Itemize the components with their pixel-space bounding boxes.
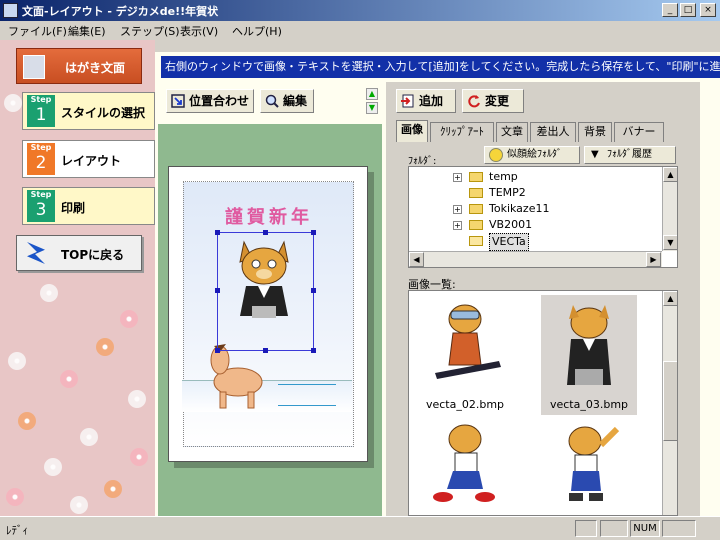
cat-kimono-image [567, 305, 611, 385]
instruction-text: 右側のウィンドウで画像・テキストを選択・入力して[追加]をしてください。完成した… [161, 56, 720, 78]
close-button[interactable]: × [700, 3, 716, 17]
tab-banner[interactable]: バナー [614, 122, 664, 142]
status-pane [575, 520, 597, 537]
lightning-icon [27, 242, 45, 264]
add-button[interactable]: 追加 [396, 89, 456, 113]
align-icon [171, 94, 185, 108]
cat-snowboard-image [435, 304, 501, 379]
portrait-folder-button[interactable]: 似顔絵ﾌｫﾙﾀﾞ [484, 146, 580, 164]
magnifier-icon [265, 94, 279, 108]
status-text: ﾚﾃﾞｨ [6, 524, 28, 537]
image-name: vecta_03.bmp [549, 398, 629, 411]
folder-history-button[interactable]: ▼ ﾌｫﾙﾀﾞ履歴 [584, 146, 676, 164]
folder-tree[interactable]: + temp TEMP2 + Tokikaze11 + VB2001 VECTa… [408, 166, 678, 268]
menu-bar: ファイル(F) 編集(E) ステップ(S) 表示(V) ヘルプ(H) [0, 21, 720, 40]
title-bar: 文面-レイアウト - デジカメde!!年賀状 _ □ × [0, 0, 720, 21]
tab-clipart[interactable]: ｸﾘｯﾌﾟｱｰﾄ [430, 122, 494, 142]
cat-waving-image [568, 426, 620, 501]
resize-handle[interactable] [263, 230, 268, 235]
menu-step[interactable]: ステップ(S) [120, 23, 180, 39]
scroll-left-icon: ◀ [409, 252, 424, 267]
menu-view[interactable]: 表示(V) [180, 23, 218, 39]
step-1-label: スタイルの選択 [61, 106, 146, 120]
status-pane [662, 520, 696, 537]
hagaki-thumbnail-icon [23, 55, 45, 79]
resize-handle[interactable] [215, 348, 220, 353]
status-bar: ﾚﾃﾞｨ NUM [0, 516, 720, 540]
folder-icon [469, 220, 483, 230]
folder-icon [469, 172, 483, 182]
minimize-button[interactable]: _ [662, 3, 678, 17]
image-list-scrollbar[interactable]: ▲ [662, 291, 677, 515]
scroll-up-icon: ▲ [663, 167, 677, 182]
resize-handle[interactable] [311, 348, 316, 353]
resize-handle[interactable] [263, 348, 268, 353]
image-thumb[interactable]: vecta_02.bmp [417, 295, 513, 415]
cat-running-image [433, 424, 495, 502]
step-2-badge-icon: Step 2 [27, 143, 55, 175]
change-label: 変更 [485, 94, 510, 108]
status-pane [600, 520, 628, 537]
folder-icon [469, 188, 483, 198]
step-2-layout[interactable]: Step 2 レイアウト [22, 140, 155, 178]
refresh-icon [468, 95, 480, 108]
folder-icon [469, 204, 483, 214]
scroll-up-icon: ▲ [663, 291, 677, 306]
step-1-style[interactable]: Step 1 スタイルの選択 [22, 92, 155, 130]
step-3-label: 印刷 [61, 201, 86, 215]
image-list[interactable]: vecta_02.bmp vecta_03.bmp ▲ [408, 290, 678, 516]
step-sidebar: はがき文面 Step 1 スタイルの選択 Step 2 レイアウト Step 3… [0, 40, 155, 516]
step-3-badge-icon: Step 3 [27, 190, 55, 222]
scroll-thumb [663, 361, 677, 441]
resize-handle[interactable] [215, 230, 220, 235]
tree-vscrollbar[interactable]: ▲ ▼ [662, 167, 677, 251]
edit-label: 編集 [283, 94, 308, 108]
menu-help[interactable]: ヘルプ(H) [232, 23, 282, 39]
num-lock-indicator: NUM [630, 520, 660, 537]
align-label: 位置合わせ [189, 94, 250, 108]
app-icon [3, 3, 18, 18]
tab-image[interactable]: 画像 [396, 120, 428, 142]
back-to-top-label: TOPに戻る [61, 248, 125, 262]
step-3-print[interactable]: Step 3 印刷 [22, 187, 155, 225]
address-line [278, 384, 336, 385]
align-button[interactable]: 位置合わせ [166, 89, 254, 113]
folder-label: ﾌｫﾙﾀﾞ: [408, 156, 437, 167]
selection-box[interactable] [217, 232, 314, 351]
menu-edit[interactable]: 編集(E) [68, 23, 106, 39]
tree-hscrollbar[interactable]: ◀ ▶ [409, 251, 662, 267]
menu-file[interactable]: ファイル(F) [8, 23, 67, 39]
scroll-right-icon: ▶ [646, 252, 661, 267]
instruction-bar: 右側のウィンドウで画像・テキストを選択・入力して[追加]をしてください。完成した… [155, 52, 720, 82]
maximize-button[interactable]: □ [680, 3, 696, 17]
add-icon [401, 94, 414, 108]
dropdown-arrow-icon: ▼ [591, 149, 599, 160]
window-title: 文面-レイアウト - デジカメde!!年賀状 [22, 5, 219, 18]
image-thumb[interactable] [541, 415, 637, 515]
add-label: 追加 [419, 94, 444, 108]
tab-sender[interactable]: 差出人 [530, 122, 576, 142]
step-1-badge-icon: Step 1 [27, 95, 55, 127]
tab-background[interactable]: 背景 [578, 122, 612, 142]
resize-handle[interactable] [311, 288, 316, 293]
image-name: vecta_02.bmp [425, 398, 505, 411]
scroll-down-icon[interactable]: ▼ [366, 102, 378, 114]
image-thumb[interactable] [417, 415, 513, 515]
edit-button[interactable]: 編集 [260, 89, 314, 113]
step-2-label: レイアウト [61, 154, 122, 168]
resize-handle[interactable] [311, 230, 316, 235]
postcard-title[interactable]: 謹賀新年 [189, 203, 349, 229]
address-line [278, 405, 336, 406]
scroll-up-icon[interactable]: ▲ [366, 88, 378, 100]
scroll-down-icon: ▼ [663, 235, 677, 250]
open-folder-icon [469, 236, 483, 246]
hagaki-label: はがき文面 [65, 61, 126, 75]
tab-text[interactable]: 文章 [496, 122, 528, 142]
resize-handle[interactable] [215, 288, 220, 293]
hagaki-face-button[interactable]: はがき文面 [16, 48, 142, 84]
back-to-top-button[interactable]: TOPに戻る [16, 235, 142, 271]
image-thumb-selected[interactable]: vecta_03.bmp [541, 295, 637, 415]
smiley-icon [489, 148, 503, 162]
change-button[interactable]: 変更 [462, 89, 524, 113]
